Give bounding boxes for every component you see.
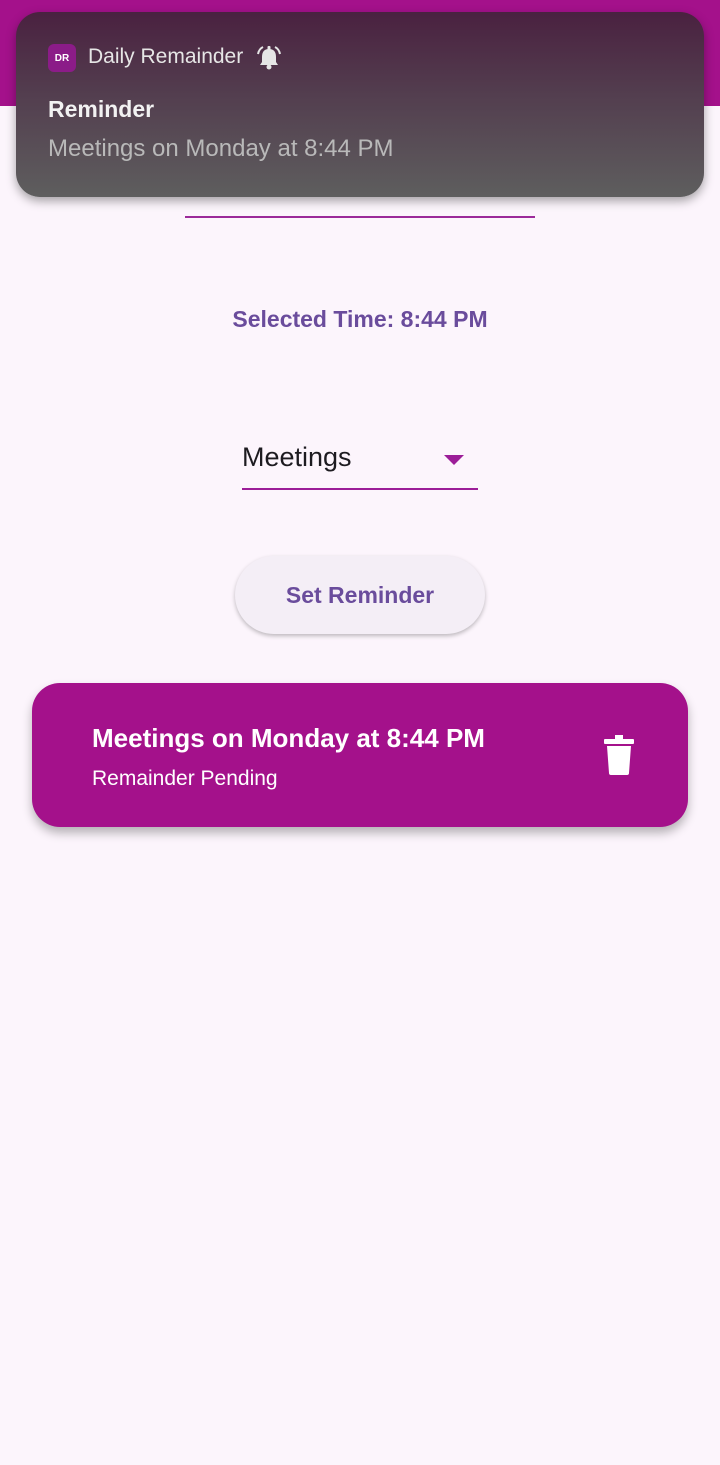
reminder-title: Meetings on Monday at 8:44 PM: [92, 723, 485, 753]
reminder-type-dropdown[interactable]: Meetings: [242, 436, 478, 490]
app-icon: DR: [48, 44, 76, 72]
reminder-card: Meetings on Monday at 8:44 PM Remainder …: [32, 683, 688, 827]
trash-icon[interactable]: [604, 735, 634, 775]
alarm-bell-icon: [256, 45, 282, 71]
reminder-type-value: Meetings: [242, 442, 352, 472]
notification-banner[interactable]: DR Daily Remainder Reminder Meetings on …: [16, 12, 704, 197]
set-reminder-button[interactable]: Set Reminder: [235, 556, 485, 634]
selected-time-label[interactable]: Selected Time: 8:44 PM: [0, 306, 720, 333]
notification-title: Reminder: [48, 96, 155, 122]
notification-app-name: Daily Remainder: [88, 45, 244, 68]
reminder-type-underline: [242, 488, 478, 490]
day-dropdown-underline: [185, 216, 535, 218]
dropdown-arrow-icon: [444, 455, 464, 465]
reminder-status: Remainder Pending: [92, 767, 278, 790]
notification-body: Meetings on Monday at 8:44 PM: [48, 135, 394, 162]
